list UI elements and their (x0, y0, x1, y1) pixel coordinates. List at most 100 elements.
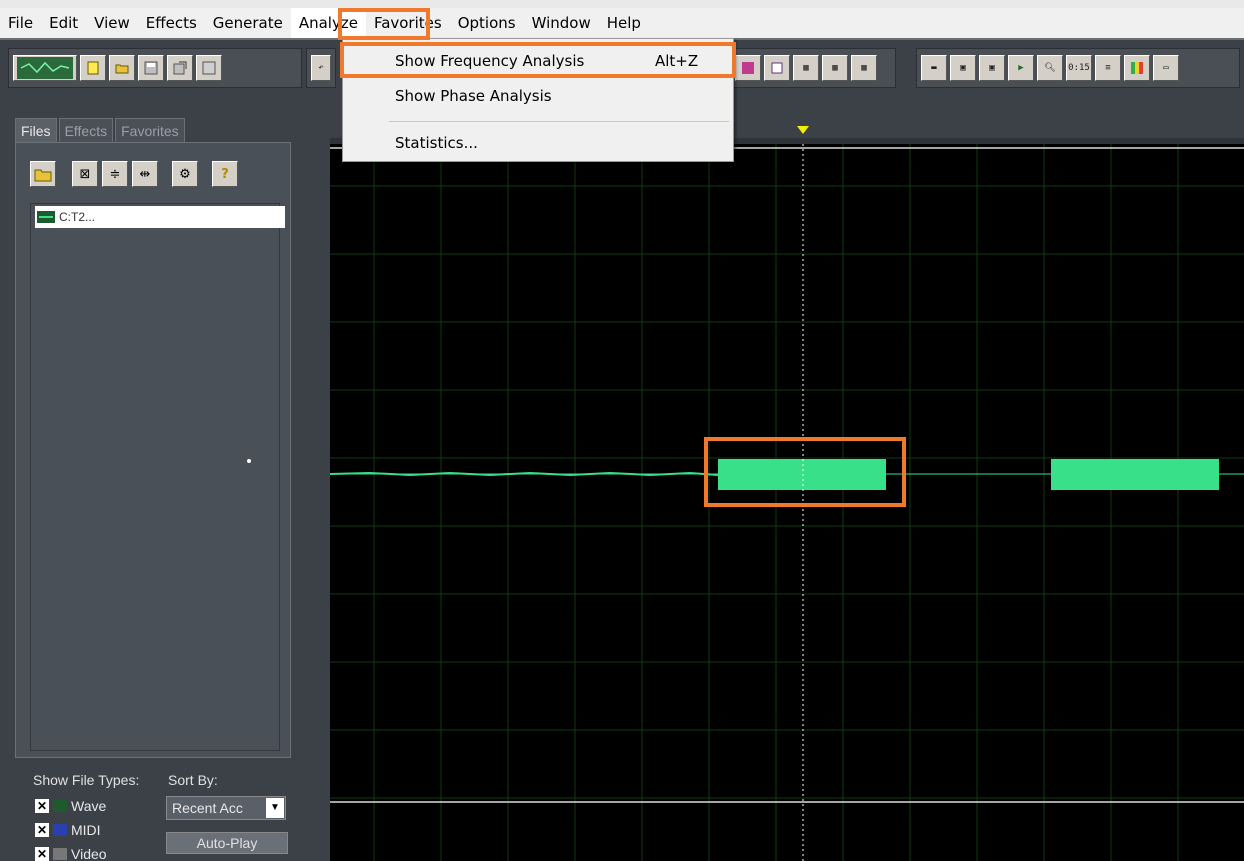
file-type-video[interactable]: ✕ Video (35, 846, 107, 861)
playhead-marker-icon (797, 126, 809, 134)
panel-icon: ▭ (1163, 63, 1169, 73)
tab-files[interactable]: Files (15, 118, 57, 142)
checkbox-icon[interactable]: ✕ (35, 823, 49, 837)
menu-item-shortcut: Alt+Z (655, 52, 699, 70)
save-as-button[interactable] (167, 55, 193, 81)
view-1-button[interactable]: ▬ (921, 55, 947, 81)
spectrum-button[interactable] (1124, 55, 1150, 81)
save-all-button[interactable] (196, 55, 222, 81)
toolbar-group-view: ▬ ▣ ▣ ▶ 🔍︎ 0:15 ≡ ▭ (916, 48, 1240, 88)
auto-play-button[interactable]: Auto-Play (166, 832, 288, 854)
file-type-label: Video (71, 846, 107, 861)
menu-edit[interactable]: Edit (41, 8, 86, 38)
save-as-icon (173, 61, 187, 75)
waveform-noise (329, 471, 719, 477)
waveform-burst-2 (1051, 459, 1219, 490)
tab-effects[interactable]: Effects (58, 118, 114, 142)
folder-icon (115, 64, 129, 74)
checkbox-icon[interactable]: ✕ (35, 847, 49, 861)
menu-file[interactable]: File (0, 8, 41, 38)
play-icon: ▶ (1018, 63, 1024, 73)
zoom-icon: 🔍︎ (1044, 63, 1056, 73)
gear-icon: ⚙ (179, 166, 191, 182)
help-button[interactable]: ? (212, 161, 238, 187)
sort-by-select[interactable]: Recent Acc ▼ (166, 796, 286, 820)
menu-item-label: Show Phase Analysis (395, 87, 552, 105)
video-file-icon (53, 848, 67, 860)
undo-icon: ↶ (318, 63, 324, 73)
save-icon (144, 61, 158, 75)
toolbar-group-file (8, 48, 302, 88)
file-list[interactable]: C:T2... (30, 203, 285, 751)
options-button[interactable]: ⚙ (172, 161, 198, 187)
play-button[interactable]: ▶ (1008, 55, 1034, 81)
menu-item-show-frequency-analysis[interactable]: Show Frequency Analysis Alt+Z (343, 46, 733, 76)
mouse-cursor (247, 459, 251, 463)
menu-item-label: Show Frequency Analysis (395, 52, 585, 70)
menu-effects[interactable]: Effects (138, 8, 205, 38)
color-tool-button[interactable] (735, 55, 761, 81)
organizer-tabs: Files Effects Favorites (15, 118, 185, 142)
close-file-button[interactable]: ⊠ (72, 161, 98, 187)
insert-icon: ≑ (109, 166, 121, 182)
tab-favorites[interactable]: Favorites (115, 118, 185, 142)
grid-icon: ▦ (803, 63, 809, 73)
grid-icon: ▦ (832, 63, 838, 73)
menu-generate[interactable]: Generate (205, 8, 291, 38)
menu-view[interactable]: View (86, 8, 138, 38)
menu-analyze[interactable]: Analyze (290, 8, 366, 38)
window-icon: ▬ (931, 63, 937, 73)
waveform-view-icon (17, 57, 73, 79)
view-3-button[interactable]: ▣ (979, 55, 1005, 81)
grid-tool-2-button[interactable]: ▦ (822, 55, 848, 81)
open-file-button[interactable] (30, 161, 56, 187)
menu-favorites[interactable]: Favorites (366, 8, 450, 38)
zoom-button[interactable]: 🔍︎ (1037, 55, 1063, 81)
files-toolbar: ⊠ ≑ ⇹ ⚙ ? (30, 161, 238, 187)
waveform-canvas (329, 144, 1244, 861)
toolbar-group-undo: ↶ (306, 48, 336, 88)
insert-icon: ⇹ (139, 166, 151, 182)
grid-tool-3-button[interactable]: ▦ (851, 55, 877, 81)
file-type-wave[interactable]: ✕ Wave (35, 798, 106, 814)
open-file-button[interactable] (109, 55, 135, 81)
grid-tool-1-button[interactable]: ▦ (793, 55, 819, 81)
menu-item-show-phase-analysis[interactable]: Show Phase Analysis (343, 81, 733, 111)
save-all-icon (202, 61, 216, 75)
waveform-editor (322, 96, 1244, 861)
folder-icon (34, 169, 52, 182)
sort-by-label: Sort By: (168, 772, 218, 788)
time-display-button[interactable]: 0:15 (1066, 55, 1092, 81)
time-label: 0:15 (1068, 63, 1090, 73)
menu-window[interactable]: Window (524, 8, 599, 38)
panel-button[interactable]: ▭ (1153, 55, 1179, 81)
wave-file-icon (53, 800, 67, 812)
eq-icon: ≡ (1105, 63, 1111, 73)
file-type-midi[interactable]: ✕ MIDI (35, 822, 101, 838)
checkbox-tool-button[interactable] (764, 55, 790, 81)
waveform-grid (330, 144, 1244, 861)
menu-item-statistics[interactable]: Statistics... (343, 128, 733, 158)
waveform-burst-1 (718, 459, 886, 490)
file-list-item[interactable]: C:T2... (35, 206, 285, 228)
menu-separator (389, 121, 729, 122)
menu-options[interactable]: Options (450, 8, 524, 38)
new-file-icon (87, 61, 99, 75)
analyze-menu-dropdown: Show Frequency Analysis Alt+Z Show Phase… (342, 38, 734, 162)
save-button[interactable] (138, 55, 164, 81)
waveform-display[interactable] (329, 144, 1244, 861)
insert-button[interactable]: ⇹ (132, 161, 158, 187)
menu-help[interactable]: Help (599, 8, 649, 38)
insert-into-multitrack-button[interactable]: ≑ (102, 161, 128, 187)
undo-button[interactable]: ↶ (311, 55, 331, 81)
file-type-label: MIDI (71, 822, 101, 838)
new-file-button[interactable] (80, 55, 106, 81)
file-type-label: Wave (71, 798, 107, 814)
checkbox-icon[interactable]: ✕ (35, 799, 49, 813)
view-2-button[interactable]: ▣ (950, 55, 976, 81)
files-tab-content: ⊠ ≑ ⇹ ⚙ ? C:T2... (15, 142, 291, 758)
edit-view-button[interactable] (13, 55, 77, 81)
chevron-down-icon[interactable]: ▼ (266, 798, 284, 818)
eq-button[interactable]: ≡ (1095, 55, 1121, 81)
menu-item-label: Statistics... (395, 134, 478, 152)
